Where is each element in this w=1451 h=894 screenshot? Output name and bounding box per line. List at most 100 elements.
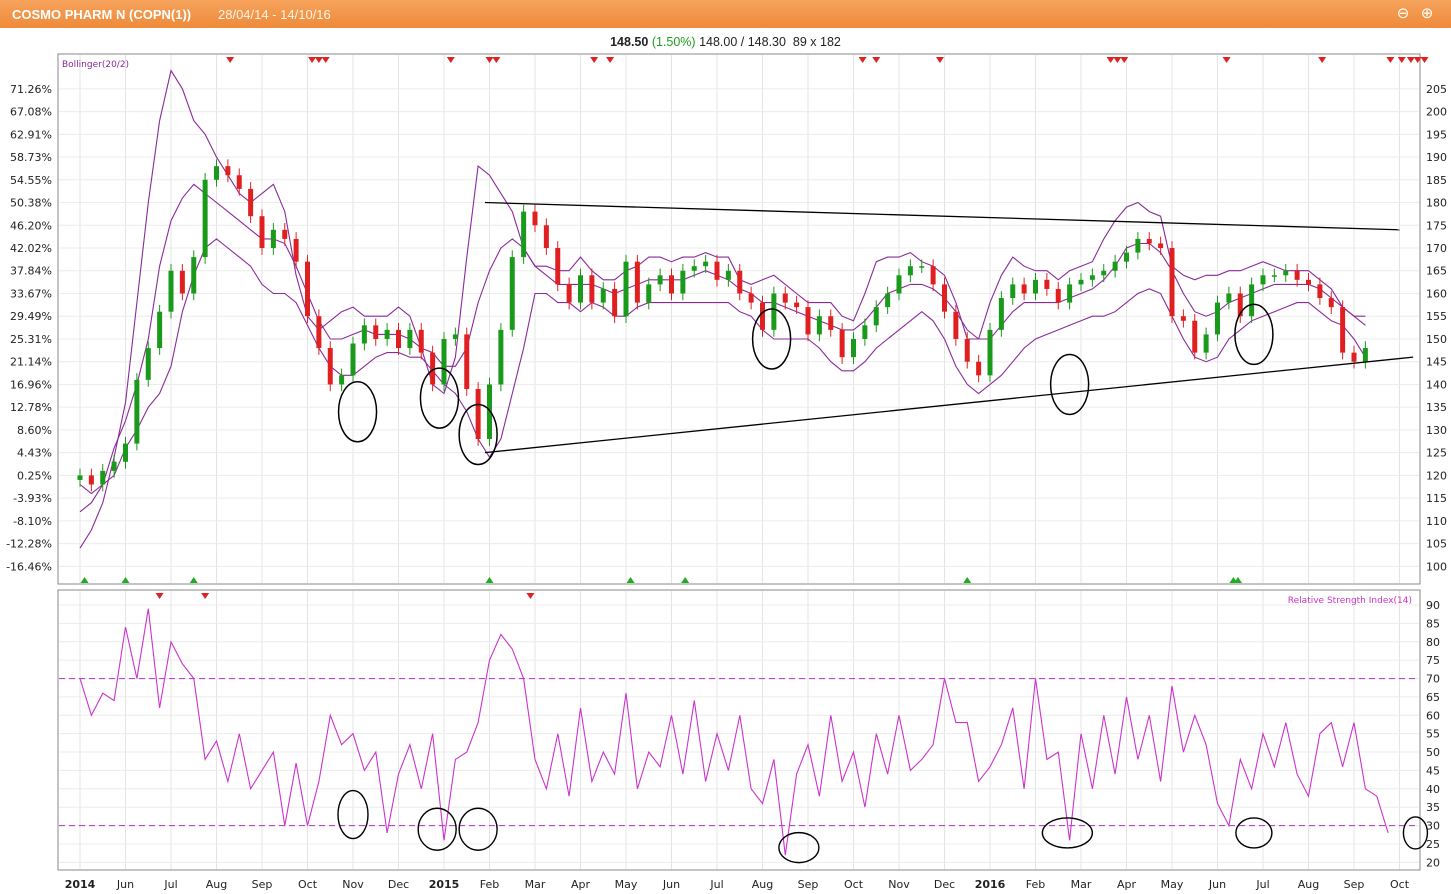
- price-candle: [714, 261, 720, 280]
- x-tick-label: Sep: [798, 878, 819, 891]
- price-candle: [1180, 316, 1186, 321]
- price-candle: [794, 302, 800, 308]
- price-candle: [771, 293, 777, 330]
- percent-y-tick-label: 67.08%: [10, 106, 52, 119]
- x-tick-label: Jun: [1208, 878, 1226, 891]
- price-candle: [1021, 284, 1027, 294]
- price-y-tick-label: 205: [1426, 83, 1447, 96]
- rsi-y-tick-label: 85: [1426, 617, 1440, 630]
- x-tick-label: Dec: [388, 878, 409, 891]
- price-candle: [737, 270, 743, 294]
- price-candle: [1317, 284, 1323, 299]
- price-candle: [1044, 279, 1050, 289]
- price-candle: [521, 211, 527, 258]
- x-tick-label: Nov: [888, 878, 910, 891]
- percent-y-tick-label: -12.28%: [6, 538, 52, 551]
- price-y-tick-label: 125: [1426, 447, 1447, 460]
- price-candle: [293, 238, 299, 262]
- price-candle: [987, 329, 993, 376]
- price-candle: [1112, 261, 1118, 271]
- x-tick-label: 2015: [429, 878, 460, 891]
- price-candle: [953, 311, 959, 339]
- price-candle: [418, 329, 424, 353]
- percent-y-tick-label: 54.55%: [10, 174, 52, 187]
- price-candle: [646, 284, 652, 303]
- price-candle: [157, 311, 163, 349]
- price-candle: [623, 261, 629, 317]
- price-candle: [100, 470, 106, 485]
- percent-y-tick-label: 0.25%: [17, 469, 52, 482]
- price-candle: [1146, 238, 1152, 244]
- price-candle: [976, 361, 982, 376]
- price-y-tick-label: 130: [1426, 424, 1447, 437]
- x-tick-label: 2016: [975, 878, 1006, 891]
- x-tick-label: May: [615, 878, 638, 891]
- percent-y-tick-label: 58.73%: [10, 151, 52, 164]
- price-candle: [805, 307, 811, 335]
- price-candle: [1271, 275, 1277, 277]
- x-tick-label: Aug: [752, 878, 773, 891]
- rsi-label: Relative Strength Index(14): [1288, 596, 1412, 606]
- percent-y-tick-label: 37.84%: [10, 265, 52, 278]
- price-candle: [816, 316, 822, 335]
- percent-y-tick-label: 33.67%: [10, 287, 52, 300]
- price-candle: [964, 338, 970, 362]
- percent-y-tick-label: 71.26%: [10, 83, 52, 96]
- x-tick-label: Sep: [1344, 878, 1365, 891]
- price-candle: [339, 375, 345, 385]
- price-candle: [828, 316, 834, 330]
- price-y-tick-label: 200: [1426, 106, 1447, 119]
- price-candle: [930, 266, 936, 285]
- price-y-tick-label: 165: [1426, 265, 1447, 278]
- price-candle: [703, 261, 709, 267]
- percent-y-tick-label: 8.60%: [17, 424, 52, 437]
- x-tick-label: Nov: [342, 878, 364, 891]
- price-candle: [691, 266, 697, 271]
- price-candle: [1249, 284, 1255, 317]
- price-candle: [327, 348, 333, 385]
- percent-y-tick-label: 12.78%: [10, 401, 52, 414]
- price-candle: [555, 248, 561, 285]
- x-tick-label: May: [1161, 878, 1184, 891]
- price-candle: [179, 270, 185, 294]
- price-candle: [361, 325, 367, 344]
- rsi-y-tick-label: 25: [1426, 838, 1440, 851]
- price-candle: [509, 257, 515, 330]
- sell-signal-marker: [1420, 57, 1429, 63]
- price-candle: [1124, 252, 1129, 262]
- price-candle: [316, 316, 322, 349]
- price-candle: [657, 275, 663, 285]
- price-candle: [543, 225, 549, 249]
- rsi-y-tick-label: 80: [1426, 636, 1440, 649]
- percent-y-tick-label: 4.43%: [17, 447, 52, 460]
- price-candle: [282, 229, 288, 239]
- price-candle: [1192, 320, 1198, 353]
- rsi-y-tick-label: 60: [1426, 709, 1440, 722]
- price-candle: [1055, 288, 1061, 303]
- price-candle: [452, 334, 458, 339]
- x-tick-label: Oct: [1390, 878, 1410, 891]
- price-candle: [1226, 293, 1232, 303]
- price-candle: [907, 266, 913, 276]
- price-candle: [839, 329, 845, 358]
- rsi-y-tick-label: 45: [1426, 764, 1440, 777]
- rsi-y-tick-label: 65: [1426, 691, 1440, 704]
- price-y-tick-label: 115: [1426, 492, 1447, 505]
- bollinger-label: Bollinger(20/2): [62, 60, 129, 70]
- price-candle: [1283, 270, 1289, 276]
- price-y-tick-label: 185: [1426, 174, 1447, 187]
- price-candle: [248, 188, 254, 217]
- price-y-tick-label: 110: [1426, 515, 1447, 528]
- price-candle: [998, 298, 1004, 330]
- rsi-y-tick-label: 30: [1426, 820, 1440, 833]
- rsi-y-tick-label: 40: [1426, 783, 1440, 796]
- price-y-tick-label: 120: [1426, 469, 1447, 482]
- price-y-tick-label: 195: [1426, 128, 1447, 141]
- price-candle: [578, 275, 583, 303]
- percent-y-tick-label: -8.10%: [13, 515, 52, 528]
- rsi-y-tick-label: 20: [1426, 856, 1440, 869]
- price-candle: [77, 475, 83, 480]
- price-y-tick-label: 140: [1426, 378, 1447, 391]
- price-candle: [168, 270, 174, 312]
- price-candle: [441, 338, 447, 385]
